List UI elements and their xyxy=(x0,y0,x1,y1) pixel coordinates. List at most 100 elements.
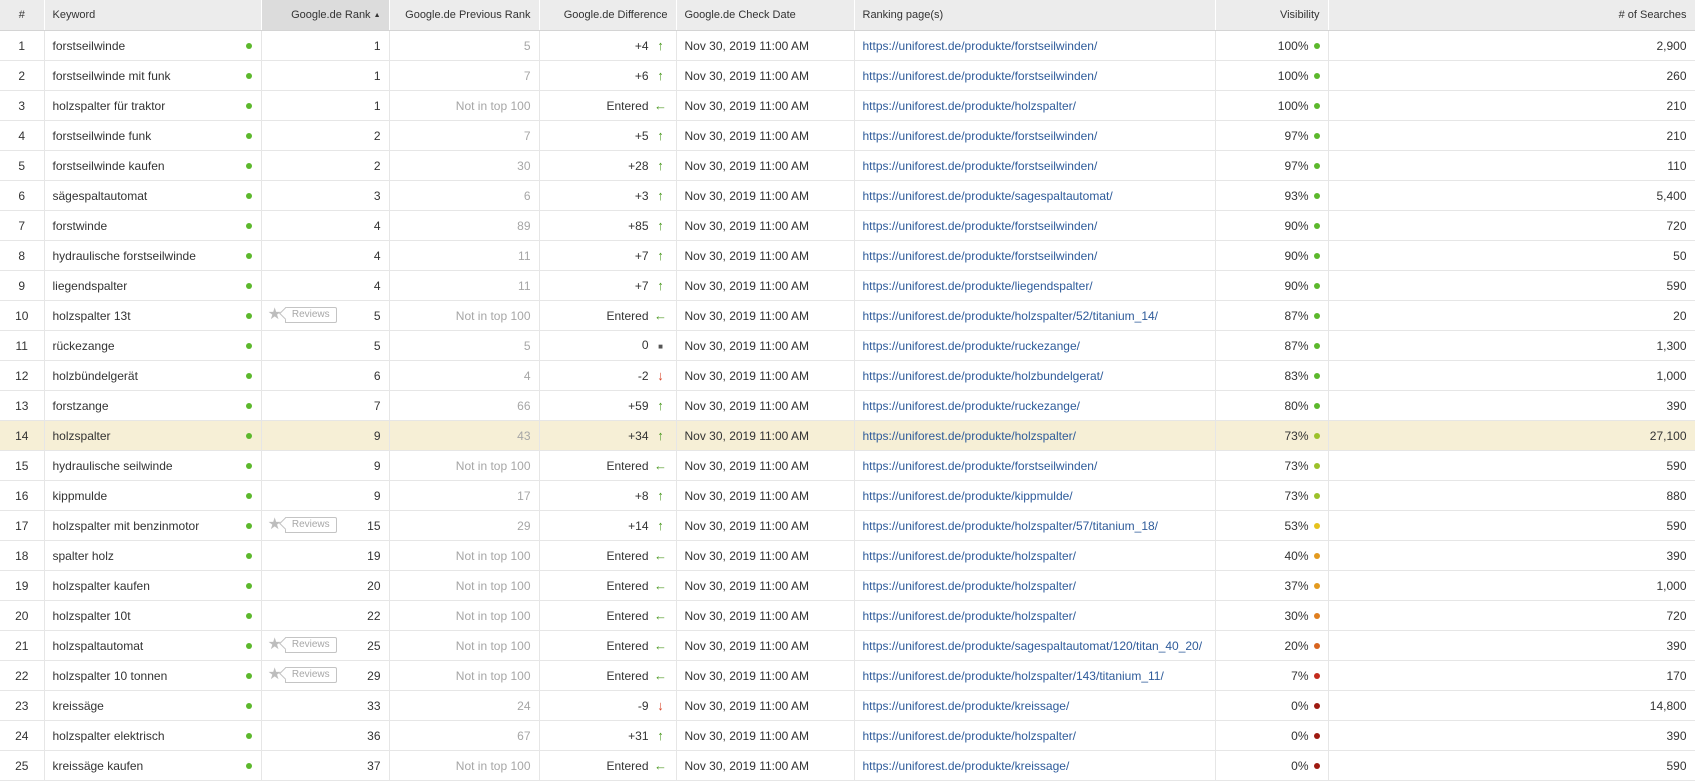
table-row[interactable]: 21 holzspaltautomat ★ Reviews 25 Not in top 1… xyxy=(0,630,1695,661)
table-row[interactable]: 10 holzspalter 13t ★ Reviews 5 Not in top 100… xyxy=(0,300,1695,331)
table-row[interactable]: 24 holzspalter elektrisch 36 67 +31 ↑ Nov 30, … xyxy=(0,720,1695,751)
table-row[interactable]: 3 holzspalter für traktor 1 Not in top 100 E… xyxy=(0,90,1695,121)
keyword-cell[interactable]: forstwinde xyxy=(44,210,262,241)
keyword-cell[interactable]: holzspalter xyxy=(44,420,262,451)
keyword-cell[interactable]: forstseilwinde funk xyxy=(44,120,262,151)
table-row[interactable]: 6 sägespaltautomat 3 6 +3 ↑ Nov 30, 2019 11:00… xyxy=(0,180,1695,211)
column-header-num[interactable]: # xyxy=(0,0,45,31)
ranking-page-link[interactable]: https://uniforest.de/produkte/forstseilw… xyxy=(863,69,1098,83)
reviews-badge[interactable]: ★ Reviews xyxy=(268,307,337,323)
ranking-page-link[interactable]: https://uniforest.de/produkte/holzspalte… xyxy=(863,669,1164,683)
keyword-cell[interactable]: holzspalter 10 tonnen xyxy=(44,660,262,691)
keyword-cell[interactable]: holzspalter kaufen xyxy=(44,570,262,601)
rank-value: 33 xyxy=(367,698,381,713)
column-header-check-date[interactable]: Google.de Check Date xyxy=(676,0,855,31)
ranking-page-link[interactable]: https://uniforest.de/produkte/forstseilw… xyxy=(863,129,1098,143)
keyword-cell[interactable]: holzspaltautomat xyxy=(44,630,262,661)
difference-cell: +31 ↑ xyxy=(539,720,677,751)
table-row[interactable]: 18 spalter holz 19 Not in top 100 Entered ← No… xyxy=(0,540,1695,571)
table-row[interactable]: 11 rückezange 5 5 0 ■ Nov 30, 2019 11:00 AM htt… xyxy=(0,330,1695,361)
ranking-page-link[interactable]: https://uniforest.de/produkte/kippmulde/ xyxy=(863,489,1073,503)
ranking-page-link[interactable]: https://uniforest.de/produkte/holzspalte… xyxy=(863,519,1159,533)
table-row[interactable]: 22 holzspalter 10 tonnen ★ Reviews 29 Not in … xyxy=(0,660,1695,691)
ranking-page-link[interactable]: https://uniforest.de/produkte/forstseilw… xyxy=(863,219,1098,233)
table-row[interactable]: 16 kippmulde 9 17 +8 ↑ Nov 30, 2019 11:00 AM ht… xyxy=(0,480,1695,511)
table-row[interactable]: 25 kreissäge kaufen 37 Not in top 100 Entere… xyxy=(0,750,1695,781)
table-row[interactable]: 12 holzbündelgerät 6 4 -2 ↓ Nov 30, 2019 11:00… xyxy=(0,360,1695,391)
rank-cell: 9 xyxy=(261,480,390,511)
keyword-cell[interactable]: forstseilwinde mit funk xyxy=(44,60,262,91)
column-header-rank[interactable]: Google.de Rank ▲ xyxy=(261,0,390,31)
ranking-page-link[interactable]: https://uniforest.de/produkte/liegendspa… xyxy=(863,279,1093,293)
ranking-page-link[interactable]: https://uniforest.de/produkte/kreissage/ xyxy=(863,699,1070,713)
ranking-page-link[interactable]: https://uniforest.de/produkte/holzbundel… xyxy=(863,369,1104,383)
column-header-searches[interactable]: # of Searches xyxy=(1328,0,1695,31)
table-row[interactable]: 8 hydraulische forstseilwinde 4 11 +7 ↑ Nov 30… xyxy=(0,240,1695,271)
table-row[interactable]: 13 forstzange 7 66 +59 ↑ Nov 30, 2019 11:00 AM… xyxy=(0,390,1695,421)
keyword-cell[interactable]: kreissäge kaufen xyxy=(44,750,262,781)
table-row[interactable]: 2 forstseilwinde mit funk 1 7 +6 ↑ Nov 30, 201… xyxy=(0,60,1695,91)
table-row[interactable]: 9 liegendspalter 4 11 +7 ↑ Nov 30, 2019 11:00 … xyxy=(0,270,1695,301)
table-row[interactable]: 5 forstseilwinde kaufen 2 30 +28 ↑ Nov 30, 201… xyxy=(0,150,1695,181)
reviews-badge[interactable]: ★ Reviews xyxy=(268,517,337,533)
reviews-badge[interactable]: ★ Reviews xyxy=(268,667,337,683)
keyword-cell[interactable]: holzspalter für traktor xyxy=(44,90,262,121)
table-row[interactable]: 14 holzspalter 9 43 +34 ↑ Nov 30, 2019 11:00 A… xyxy=(0,420,1695,451)
ranking-page-link[interactable]: https://uniforest.de/produkte/holzspalte… xyxy=(863,609,1076,623)
table-row[interactable]: 15 hydraulische seilwinde 9 Not in top 100 E… xyxy=(0,450,1695,481)
ranking-page-link[interactable]: https://uniforest.de/produkte/forstseilw… xyxy=(863,159,1098,173)
visibility-cell: 30% xyxy=(1215,600,1329,631)
keyword-text: holzbündelgerät xyxy=(52,368,138,383)
table-row[interactable]: 19 holzspalter kaufen 20 Not in top 100 Ente… xyxy=(0,570,1695,601)
ranking-page-link[interactable]: https://uniforest.de/produkte/kreissage/ xyxy=(863,759,1070,773)
arrow-left-icon: ← xyxy=(654,757,667,773)
table-row[interactable]: 20 holzspalter 10t 22 Not in top 100 Entered… xyxy=(0,600,1695,631)
ranking-page-link[interactable]: https://uniforest.de/produkte/forstseilw… xyxy=(863,249,1098,263)
ranking-page-link[interactable]: https://uniforest.de/produkte/holzspalte… xyxy=(863,429,1076,443)
keyword-cell[interactable]: holzspalter 13t xyxy=(44,300,262,331)
visibility-cell: 97% xyxy=(1215,150,1329,181)
ranking-page-link[interactable]: https://uniforest.de/produkte/holzspalte… xyxy=(863,579,1076,593)
ranking-page-link[interactable]: https://uniforest.de/produkte/holzspalte… xyxy=(863,309,1159,323)
column-header-difference[interactable]: Google.de Difference xyxy=(539,0,677,31)
ranking-page-link[interactable]: https://uniforest.de/produkte/ruckezange… xyxy=(863,399,1080,413)
ranking-page-link[interactable]: https://uniforest.de/produkte/holzspalte… xyxy=(863,99,1076,113)
ranking-page-link[interactable]: https://uniforest.de/produkte/sagespalta… xyxy=(863,189,1113,203)
keyword-cell[interactable]: liegendspalter xyxy=(44,270,262,301)
table-row[interactable]: 4 forstseilwinde funk 2 7 +5 ↑ Nov 30, 2019 11… xyxy=(0,120,1695,151)
ranking-page-link[interactable]: https://uniforest.de/produkte/forstseilw… xyxy=(863,39,1098,53)
column-header-ranking-page[interactable]: Ranking page(s) xyxy=(854,0,1216,31)
ranking-page-link[interactable]: https://uniforest.de/produkte/holzspalte… xyxy=(863,729,1076,743)
keyword-cell[interactable]: holzspalter 10t xyxy=(44,600,262,631)
table-row[interactable]: 23 kreissäge 33 24 -9 ↓ Nov 30, 2019 11:00 AM h… xyxy=(0,690,1695,721)
keyword-cell[interactable]: spalter holz xyxy=(44,540,262,571)
keyword-cell[interactable]: forstseilwinde xyxy=(44,30,262,61)
keyword-cell[interactable]: forstseilwinde kaufen xyxy=(44,150,262,181)
check-date-cell: Nov 30, 2019 11:00 AM xyxy=(676,390,855,421)
status-dot-icon xyxy=(245,313,252,319)
keyword-cell[interactable]: hydraulische forstseilwinde xyxy=(44,240,262,271)
keyword-cell[interactable]: holzbündelgerät xyxy=(44,360,262,391)
ranking-page-link[interactable]: https://uniforest.de/produkte/ruckezange… xyxy=(863,339,1080,353)
keyword-cell[interactable]: forstzange xyxy=(44,390,262,421)
searches-cell: 390 xyxy=(1328,390,1695,421)
visibility-dot-icon xyxy=(1313,492,1320,499)
column-header-keyword[interactable]: Keyword xyxy=(44,0,262,31)
ranking-page-link[interactable]: https://uniforest.de/produkte/forstseilw… xyxy=(863,459,1098,473)
keyword-cell[interactable]: holzspalter elektrisch xyxy=(44,720,262,751)
keyword-cell[interactable]: holzspalter mit benzinmotor xyxy=(44,510,262,541)
keyword-cell[interactable]: kippmulde xyxy=(44,480,262,511)
keyword-cell[interactable]: hydraulische seilwinde xyxy=(44,450,262,481)
table-row[interactable]: 1 forstseilwinde 1 5 +4 ↑ Nov 30, 2019 11:00 A… xyxy=(0,30,1695,61)
column-header-prev-rank[interactable]: Google.de Previous Rank xyxy=(389,0,540,31)
table-row[interactable]: 17 holzspalter mit benzinmotor ★ Reviews 15 2… xyxy=(0,510,1695,541)
ranking-page-link[interactable]: https://uniforest.de/produkte/holzspalte… xyxy=(863,549,1076,563)
keyword-cell[interactable]: kreissäge xyxy=(44,690,262,721)
reviews-badge[interactable]: ★ Reviews xyxy=(268,637,337,653)
column-header-visibility[interactable]: Visibility xyxy=(1215,0,1329,31)
keyword-cell[interactable]: rückezange xyxy=(44,330,262,361)
keyword-cell[interactable]: sägespaltautomat xyxy=(44,180,262,211)
previous-rank-cell: 7 xyxy=(389,120,540,151)
table-row[interactable]: 7 forstwinde 4 89 +85 ↑ Nov 30, 2019 11:00 AM h… xyxy=(0,210,1695,241)
ranking-page-link[interactable]: https://uniforest.de/produkte/sagespalta… xyxy=(863,639,1203,653)
